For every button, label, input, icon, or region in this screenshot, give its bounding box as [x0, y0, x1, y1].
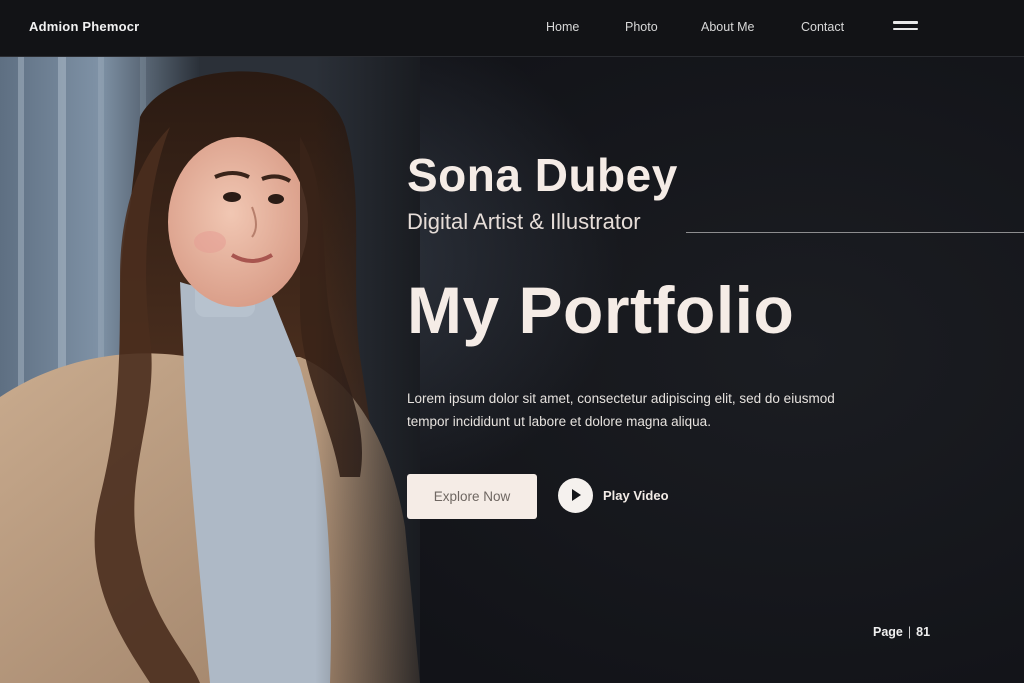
- page-indicator: Page | 81: [873, 625, 930, 639]
- portrait-photo: [0, 57, 420, 683]
- person-name: Sona Dubey: [407, 149, 678, 201]
- page-headline: My Portfolio: [407, 273, 795, 347]
- person-role: Digital Artist & Illustrator: [407, 209, 641, 234]
- role-divider-line: [686, 232, 1024, 233]
- play-video-label[interactable]: Play Video: [603, 488, 669, 503]
- nav-item-about-me[interactable]: About Me: [701, 20, 755, 34]
- nav-item-contact[interactable]: Contact: [801, 20, 844, 34]
- play-icon[interactable]: [558, 477, 593, 513]
- page-separator: |: [907, 625, 912, 639]
- nav-item-home[interactable]: Home: [546, 20, 579, 34]
- hero-section: Admion Phemocr Home Photo About Me Conta…: [0, 0, 1024, 683]
- explore-now-button[interactable]: Explore Now: [407, 474, 537, 519]
- page-number: 81: [916, 625, 931, 639]
- brand-logo-text[interactable]: Admion Phemocr: [29, 19, 139, 34]
- play-video-button[interactable]: Play Video: [558, 477, 669, 513]
- hamburger-menu-icon[interactable]: [893, 21, 918, 33]
- page-label: Page: [873, 625, 903, 639]
- nav-item-photo[interactable]: Photo: [625, 20, 658, 34]
- hero-description: Lorem ipsum dolor sit amet, consectetur …: [407, 391, 835, 429]
- top-navbar: Admion Phemocr Home Photo About Me Conta…: [0, 0, 1024, 57]
